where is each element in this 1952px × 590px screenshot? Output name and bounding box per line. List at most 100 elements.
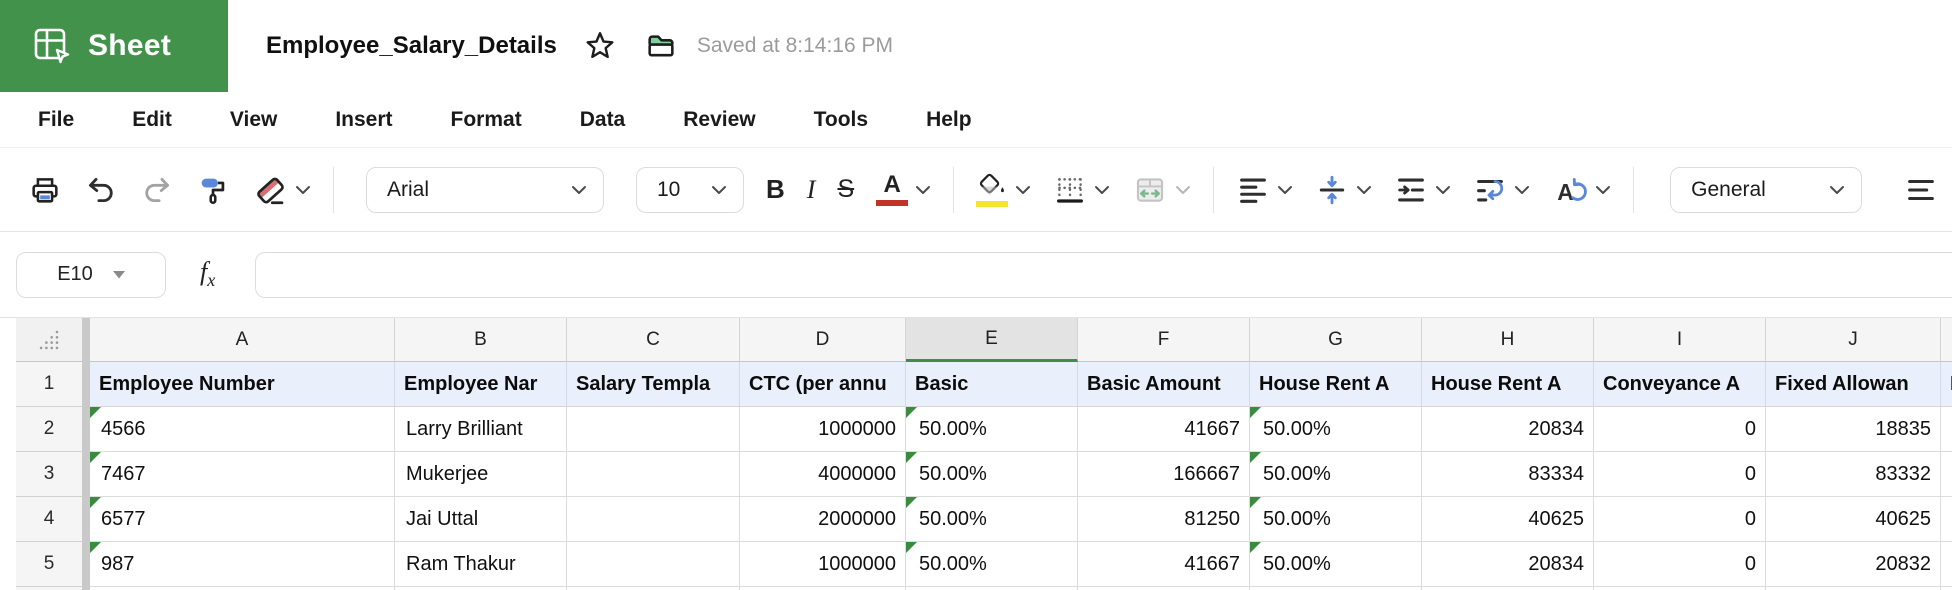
menu-item-data[interactable]: Data (580, 108, 626, 132)
name-box-dropdown-icon[interactable] (113, 271, 125, 279)
cell-c1[interactable]: Salary Templa (567, 362, 740, 407)
cell-g1[interactable]: House Rent A (1250, 362, 1422, 407)
cell-a2[interactable]: 4566 (90, 407, 395, 452)
horizontal-align-button[interactable] (1236, 167, 1293, 213)
cell-i5[interactable]: 0 (1594, 542, 1766, 587)
select-all-button[interactable] (16, 318, 82, 362)
cell-i4[interactable]: 0 (1594, 497, 1766, 542)
cell-a4[interactable]: 6577 (90, 497, 395, 542)
row-header-5[interactable]: 5 (16, 542, 82, 587)
star-icon[interactable] (583, 29, 617, 63)
folder-icon[interactable] (643, 29, 679, 63)
number-format-select[interactable]: General (1670, 167, 1862, 213)
column-header-f[interactable]: F (1078, 318, 1250, 362)
cell-e5[interactable]: 50.00% (906, 542, 1078, 587)
cell-h5[interactable]: 20834 (1422, 542, 1594, 587)
menu-item-view[interactable]: View (230, 108, 277, 132)
cell-k3[interactable] (1941, 452, 1952, 497)
column-header-i[interactable]: I (1594, 318, 1766, 362)
cell-b2[interactable]: Larry Brilliant (395, 407, 567, 452)
text-rotation-button[interactable]: A (1552, 167, 1611, 213)
cell-d4[interactable]: 2000000 (740, 497, 906, 542)
menu-item-review[interactable]: Review (683, 108, 755, 132)
cell-k5[interactable] (1941, 542, 1952, 587)
menu-item-edit[interactable]: Edit (132, 108, 172, 132)
row-header-4[interactable]: 4 (16, 497, 82, 542)
vertical-align-button[interactable] (1315, 167, 1372, 213)
cell-h1[interactable]: House Rent A (1422, 362, 1594, 407)
cell-b3[interactable]: Mukerjee (395, 452, 567, 497)
clear-format-button[interactable] (252, 167, 311, 213)
cell-reference-box[interactable]: E10 (16, 252, 166, 298)
cell-d1[interactable]: CTC (per annu (740, 362, 906, 407)
row-header-1[interactable]: 1 (16, 362, 82, 407)
cell-g2[interactable]: 50.00% (1250, 407, 1422, 452)
column-header-c[interactable]: C (567, 318, 740, 362)
column-header-a[interactable]: A (90, 318, 395, 362)
column-header-j[interactable]: J (1766, 318, 1941, 362)
column-header-e-selected[interactable]: E (906, 318, 1078, 362)
cell-j4[interactable]: 40625 (1766, 497, 1941, 542)
cell-d3[interactable]: 4000000 (740, 452, 906, 497)
cell-k1[interactable]: F (1941, 362, 1952, 407)
menu-item-help[interactable]: Help (926, 108, 972, 132)
column-header-b[interactable]: B (395, 318, 567, 362)
cell-a5[interactable]: 987 (90, 542, 395, 587)
column-header-g[interactable]: G (1250, 318, 1422, 362)
format-painter-button[interactable] (196, 167, 230, 213)
cell-b5[interactable]: Ram Thakur (395, 542, 567, 587)
formula-input[interactable] (255, 252, 1952, 298)
cell-e3[interactable]: 50.00% (906, 452, 1078, 497)
cell-f5[interactable]: 41667 (1078, 542, 1250, 587)
font-size-select[interactable]: 10 (636, 167, 744, 213)
font-family-select[interactable]: Arial (366, 167, 604, 213)
cell-f4[interactable]: 81250 (1078, 497, 1250, 542)
redo-button[interactable] (140, 167, 174, 213)
cell-c5[interactable] (567, 542, 740, 587)
cell-j1[interactable]: Fixed Allowan (1766, 362, 1941, 407)
cell-h4[interactable]: 40625 (1422, 497, 1594, 542)
cell-d2[interactable]: 1000000 (740, 407, 906, 452)
strikethrough-button[interactable]: S (837, 167, 854, 213)
column-header-d[interactable]: D (740, 318, 906, 362)
wrap-text-button[interactable] (1473, 167, 1530, 213)
merge-cells-button[interactable] (1132, 167, 1191, 213)
cell-e2[interactable]: 50.00% (906, 407, 1078, 452)
bold-button[interactable]: B (766, 167, 785, 213)
cell-k2[interactable] (1941, 407, 1952, 452)
cell-f3[interactable]: 166667 (1078, 452, 1250, 497)
cell-i1[interactable]: Conveyance A (1594, 362, 1766, 407)
fill-color-button[interactable] (976, 167, 1031, 213)
undo-button[interactable] (84, 167, 118, 213)
document-title[interactable]: Employee_Salary_Details (266, 32, 557, 60)
cell-j2[interactable]: 18835 (1766, 407, 1941, 452)
cell-h2[interactable]: 20834 (1422, 407, 1594, 452)
italic-button[interactable]: I (807, 167, 816, 213)
cell-i3[interactable]: 0 (1594, 452, 1766, 497)
cell-c4[interactable] (567, 497, 740, 542)
cell-k4[interactable] (1941, 497, 1952, 542)
cell-c2[interactable] (567, 407, 740, 452)
header-divider[interactable] (82, 318, 90, 362)
cell-h3[interactable]: 83334 (1422, 452, 1594, 497)
cell-b4[interactable]: Jai Uttal (395, 497, 567, 542)
cell-i2[interactable]: 0 (1594, 407, 1766, 452)
cell-f2[interactable]: 41667 (1078, 407, 1250, 452)
row-header-2[interactable]: 2 (16, 407, 82, 452)
row-header-3[interactable]: 3 (16, 452, 82, 497)
cell-c3[interactable] (567, 452, 740, 497)
column-header-k[interactable] (1941, 318, 1952, 362)
indent-button[interactable] (1394, 167, 1451, 213)
menu-item-file[interactable]: File (38, 108, 74, 132)
cell-e1[interactable]: Basic (906, 362, 1078, 407)
cell-j3[interactable]: 83332 (1766, 452, 1941, 497)
font-color-button[interactable]: A (876, 167, 931, 213)
cell-f1[interactable]: Basic Amount (1078, 362, 1250, 407)
cell-g4[interactable]: 50.00% (1250, 497, 1422, 542)
cell-e4[interactable]: 50.00% (906, 497, 1078, 542)
cell-g3[interactable]: 50.00% (1250, 452, 1422, 497)
cell-d5[interactable]: 1000000 (740, 542, 906, 587)
app-logo[interactable]: Sheet (0, 0, 228, 92)
print-button[interactable] (28, 167, 62, 213)
column-header-h[interactable]: H (1422, 318, 1594, 362)
